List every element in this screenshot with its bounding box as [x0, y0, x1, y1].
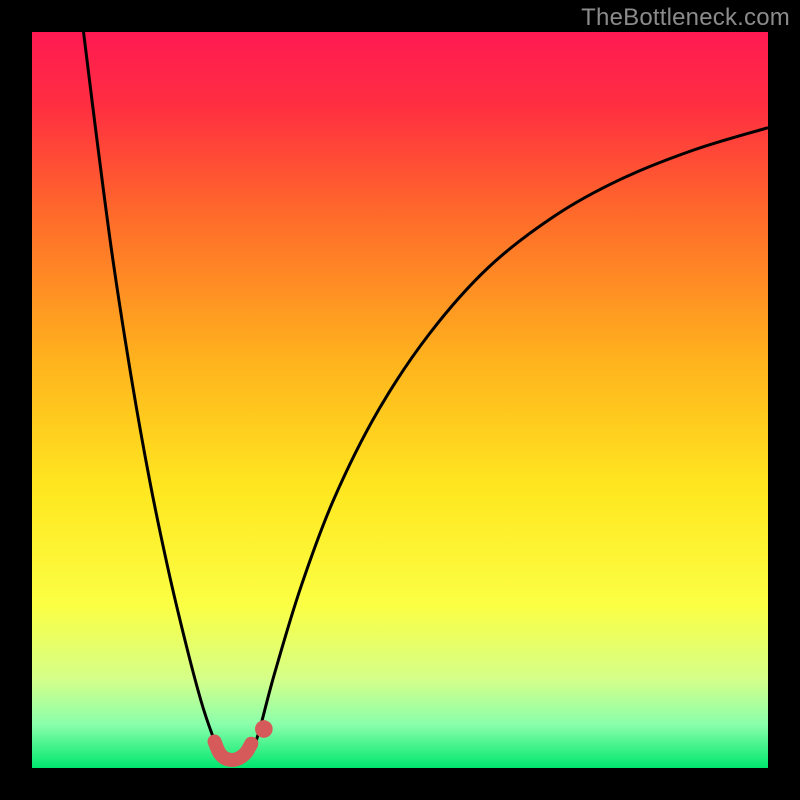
plot-area	[32, 32, 768, 768]
marker-right-bump	[255, 720, 273, 738]
series-left-curve	[84, 32, 220, 752]
watermark-text: TheBottleneck.com	[581, 4, 790, 32]
chart-frame: TheBottleneck.com	[0, 0, 800, 800]
series-valley-floor	[215, 742, 252, 760]
series-right-curve	[253, 128, 768, 751]
curves-layer	[32, 32, 768, 768]
